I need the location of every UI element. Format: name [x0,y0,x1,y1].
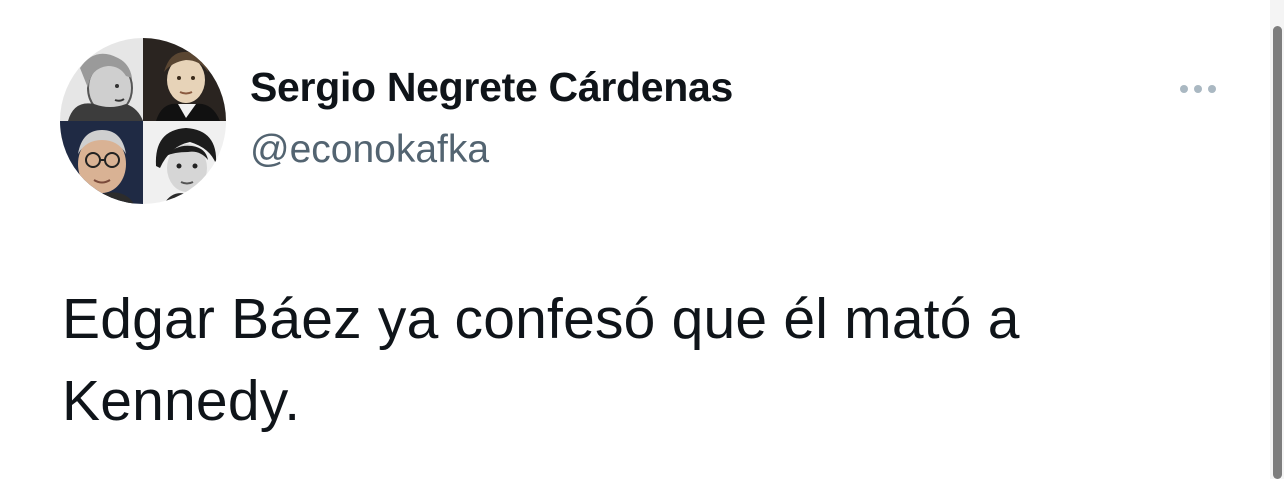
more-options-button[interactable] [1170,74,1226,104]
tweet-text: Edgar Báez ya confesó que él mató a Kenn… [62,287,1020,433]
portrait-bottom-right [143,121,226,204]
tweet-card: Sergio Negrete Cárdenas @econokafka Edga… [0,0,1284,479]
profile-avatar[interactable] [60,38,226,204]
portrait-top-left [60,38,143,121]
ellipsis-icon [1194,85,1202,93]
ellipsis-icon [1180,85,1188,93]
portrait-bottom-left [60,121,143,204]
ellipsis-icon [1208,85,1216,93]
scrollbar-track[interactable] [1270,0,1284,479]
display-name[interactable]: Sergio Negrete Cárdenas [250,64,733,111]
avatar-collage-icon [60,38,226,204]
user-handle[interactable]: @econokafka [250,128,489,172]
portrait-top-right [143,38,226,121]
scrollbar-thumb[interactable] [1273,26,1282,479]
